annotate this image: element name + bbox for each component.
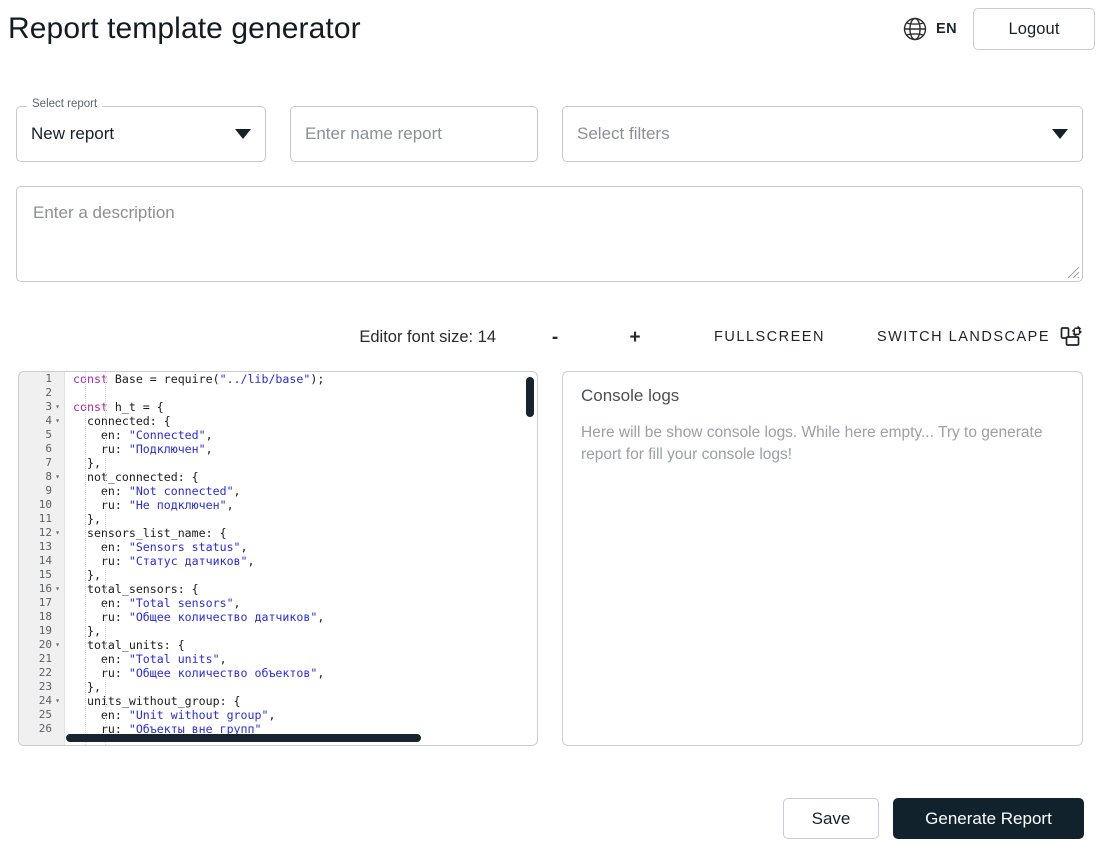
screen-rotation-icon — [1059, 325, 1083, 349]
editor-code-line: }, — [73, 680, 101, 694]
editor-line-number: 5 — [45, 428, 52, 441]
increase-font-size-button[interactable]: + — [614, 323, 656, 351]
generate-report-button[interactable]: Generate Report — [893, 798, 1084, 839]
editor-code-line: en: "Unit without group", — [73, 708, 276, 722]
editor-line-number: 20 ▾ — [19, 638, 64, 652]
editor-horizontal-scrollbar[interactable] — [66, 734, 421, 742]
console-logs-title: Console logs — [581, 386, 680, 405]
select-report-dropdown[interactable]: Select report New report — [16, 98, 266, 162]
editor-code-line: connected: { — [73, 414, 171, 428]
switch-landscape-button[interactable]: SWITCH LANDSCAPE — [877, 325, 1083, 349]
editor-gutter: 1 2 3 ▾ 4 ▾ 5 6 7 8 ▾ 9 10 11 12 ▾ 13 14 15 16 ▾ 17 18 19 20 ▾ 21 2… — [19, 372, 65, 745]
editor-code-line: en: "Total sensors", — [73, 596, 241, 610]
decrease-font-size-button[interactable]: - — [534, 323, 576, 351]
report-form-row: Select report New report Enter name repo… — [16, 98, 1083, 162]
editor-line-number: 1 — [45, 372, 52, 385]
report-name-placeholder: Enter name report — [305, 124, 443, 143]
editor-line-number: 23 — [38, 680, 52, 693]
editor-line-number: 8 ▾ — [19, 470, 64, 484]
editor-line-number: 25 — [38, 708, 52, 721]
editor-line-number: 2 — [45, 386, 52, 399]
editor-code-area[interactable]: const Base = require("../lib/base"); con… — [65, 372, 537, 745]
editor-code-line — [73, 386, 537, 400]
app-header: Report template generator EN Logout — [0, 0, 1107, 58]
language-switcher[interactable]: EN — [899, 11, 959, 47]
fold-toggle-icon[interactable]: ▾ — [53, 638, 62, 652]
editor-vertical-scrollbar[interactable] — [526, 377, 534, 417]
fold-toggle-icon[interactable]: ▾ — [53, 470, 62, 484]
chevron-down-icon — [235, 129, 251, 139]
editor-code-line: total_units: { — [73, 638, 185, 652]
editor-line-number: 9 — [45, 484, 52, 497]
editor-line-number: 4 ▾ — [19, 414, 64, 428]
editor-code-line: en: "Connected", — [73, 428, 213, 442]
editor-code-line: ru: "Общее количество объектов", — [73, 666, 325, 680]
indent-guide — [105, 372, 106, 745]
switch-landscape-label: SWITCH LANDSCAPE — [876, 329, 1050, 345]
description-placeholder: Enter a description — [33, 203, 175, 222]
editor-code-line: ru: "Подключен", — [73, 442, 213, 456]
editor-line-number: 6 — [45, 442, 52, 455]
editor-toolbar: Editor font size: 14 - + FULLSCREEN SWIT… — [16, 322, 1083, 352]
description-textarea[interactable]: Enter a description — [16, 186, 1083, 282]
editor-code-line: units_without_group: { — [73, 694, 241, 708]
editor-code-line: not_connected: { — [73, 470, 199, 484]
editor-line-number: 21 — [38, 652, 52, 665]
globe-icon — [901, 15, 929, 43]
logout-button[interactable]: Logout — [973, 8, 1095, 50]
editor-line-number: 12 ▾ — [19, 526, 64, 540]
header-actions: EN Logout — [899, 8, 1095, 50]
report-name-input[interactable]: Enter name report — [290, 106, 538, 162]
editor-line-number: 26 — [38, 722, 52, 735]
code-editor[interactable]: 1 2 3 ▾ 4 ▾ 5 6 7 8 ▾ 9 10 11 12 ▾ 13 14 15 16 ▾ 17 18 19 20 ▾ 21 2… — [18, 371, 538, 746]
editor-code-line: }, — [73, 456, 101, 470]
editor-line-number: 22 — [38, 666, 52, 679]
console-logs-empty-message: Here will be show console logs. While he… — [581, 424, 1043, 464]
editor-line-number: 19 — [38, 624, 52, 637]
editor-code-line: en: "Not connected", — [73, 484, 241, 498]
editor-line-number: 11 — [38, 512, 52, 525]
editor-code-line: ru: "Общее количество датчиков", — [73, 610, 325, 624]
editor-code-line: en: "Total units", — [73, 652, 227, 666]
fold-toggle-icon[interactable]: ▾ — [53, 582, 62, 596]
select-filters-dropdown[interactable]: Select filters — [562, 106, 1083, 162]
fold-toggle-icon[interactable]: ▾ — [53, 694, 62, 708]
editor-code-line: ru: "Не подключен", — [73, 498, 234, 512]
select-report-label: Select report — [27, 98, 103, 111]
fold-toggle-icon[interactable]: ▾ — [53, 526, 62, 540]
editor-line-number: 16 ▾ — [19, 582, 64, 596]
footer-actions: Save Generate Report — [783, 798, 1084, 839]
console-logs-panel: Console logs Here will be show console l… — [562, 371, 1083, 746]
editor-code-line: en: "Sensors status", — [73, 540, 248, 554]
fullscreen-button[interactable]: FULLSCREEN — [714, 329, 825, 345]
page-title: Report template generator — [8, 12, 361, 45]
resize-grip-icon[interactable] — [1064, 263, 1080, 279]
fold-toggle-icon[interactable]: ▾ — [53, 400, 62, 414]
editor-code-line: }, — [73, 568, 101, 582]
language-label: EN — [936, 21, 957, 37]
select-filters-placeholder: Select filters — [577, 124, 670, 143]
editor-line-number: 10 — [38, 498, 52, 511]
fold-toggle-icon[interactable]: ▾ — [53, 414, 62, 428]
editor-code-line: const h_t = { — [73, 400, 164, 414]
editor-line-number: 24 ▾ — [19, 694, 64, 708]
editor-line-number: 17 — [38, 596, 52, 609]
editor-code-line: ru: "Статус датчиков", — [73, 554, 255, 568]
editor-code-line: const Base = require("../lib/base"); — [73, 372, 325, 386]
save-button[interactable]: Save — [783, 798, 879, 839]
editor-code-line: total_sensors: { — [73, 582, 199, 596]
editor-line-number: 18 — [38, 610, 52, 623]
editor-line-number: 14 — [38, 554, 52, 567]
editor-code-line: }, — [73, 624, 101, 638]
select-report-value: New report — [31, 124, 115, 143]
editor-code-line: sensors_list_name: { — [73, 526, 227, 540]
editor-code-line: }, — [73, 512, 101, 526]
editor-font-size-label: Editor font size: 14 — [359, 327, 497, 346]
editor-line-number: 13 — [38, 540, 52, 553]
editor-line-number: 3 ▾ — [19, 400, 64, 414]
chevron-down-icon — [1052, 129, 1068, 139]
editor-line-number: 7 — [45, 456, 52, 469]
indent-guide — [85, 372, 86, 745]
editor-line-number: 15 — [38, 568, 52, 581]
